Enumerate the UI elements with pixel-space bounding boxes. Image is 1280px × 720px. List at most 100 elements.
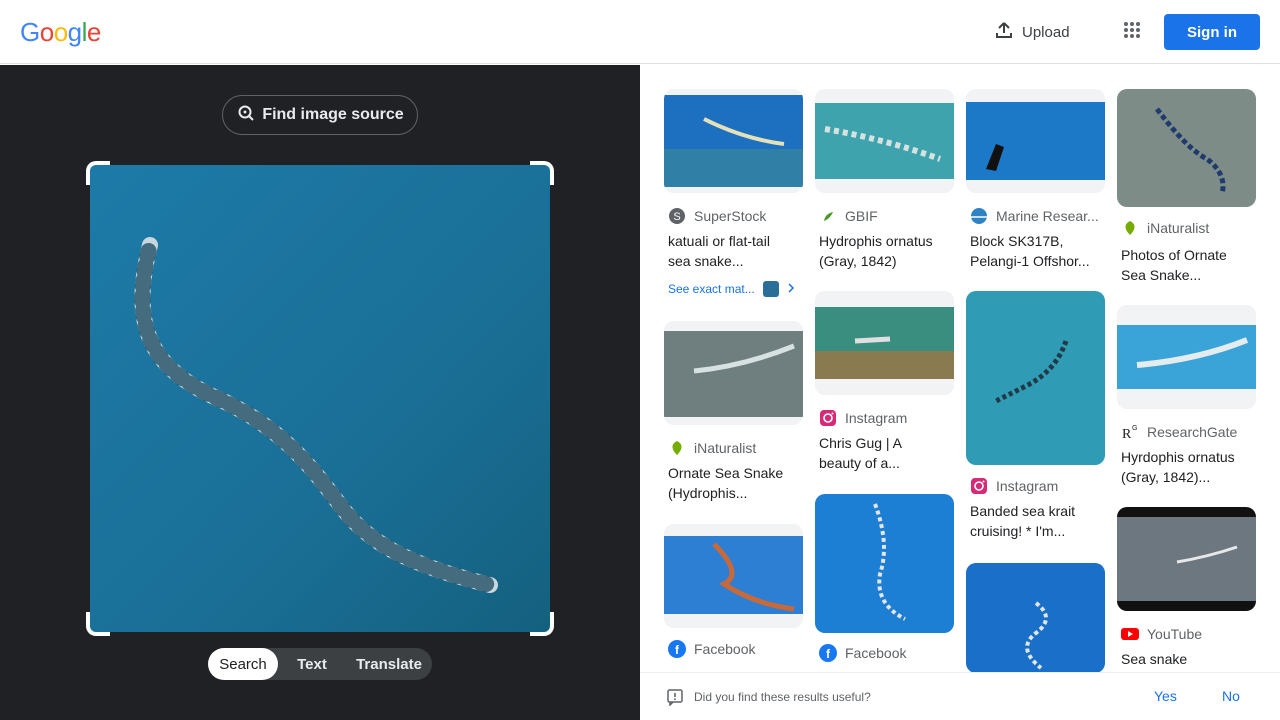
mode-tabs: Search Text Translate bbox=[208, 648, 432, 680]
crop-handle-bottom-left[interactable] bbox=[86, 612, 110, 636]
exact-match-label: See exact mat... bbox=[668, 282, 755, 296]
result-source-name: SuperStock bbox=[694, 208, 767, 224]
query-image bbox=[90, 165, 550, 632]
result-card[interactable]: f Facebook bbox=[664, 524, 803, 684]
gbif-icon bbox=[819, 207, 837, 225]
find-image-source-label: Find image source bbox=[262, 106, 404, 123]
upload-button[interactable]: Upload bbox=[984, 14, 1074, 50]
google-logo[interactable]: Google bbox=[20, 17, 101, 48]
result-card[interactable]: YouTube Sea snake bbox=[1117, 507, 1256, 672]
facebook-icon: f bbox=[819, 644, 837, 662]
superstock-icon: S bbox=[668, 207, 686, 225]
logo-letter: o bbox=[39, 17, 54, 47]
result-title-line: katuali or flat-tail bbox=[668, 233, 770, 249]
upload-icon bbox=[994, 20, 1014, 44]
chevron-right-icon bbox=[787, 282, 795, 297]
svg-text:G: G bbox=[1132, 425, 1137, 432]
result-source: iNaturalist bbox=[668, 439, 803, 457]
result-source: Marine Resear... bbox=[970, 207, 1105, 225]
result-title-line: (Gray, 1842) bbox=[819, 253, 897, 269]
crop-handle-top-right[interactable] bbox=[530, 161, 554, 185]
result-thumbnail[interactable] bbox=[966, 563, 1105, 673]
result-source: YouTube bbox=[1121, 625, 1256, 643]
result-thumbnail[interactable] bbox=[664, 321, 803, 425]
apps-button[interactable] bbox=[1114, 14, 1150, 50]
result-title-line: sea snake... bbox=[668, 253, 744, 269]
lens-search-icon bbox=[236, 103, 256, 128]
result-source: iNaturalist bbox=[1121, 219, 1256, 237]
crop-handle-top-left[interactable] bbox=[86, 161, 110, 185]
crop-handle-bottom-right[interactable] bbox=[530, 612, 554, 636]
upload-label: Upload bbox=[1022, 23, 1070, 41]
facebook-icon: f bbox=[668, 640, 686, 658]
feedback-icon bbox=[666, 688, 684, 711]
result-thumbnail[interactable] bbox=[664, 524, 803, 628]
result-source: f Facebook bbox=[819, 644, 954, 662]
result-title-line: Sea snake bbox=[1121, 651, 1188, 667]
result-card[interactable]: iNaturalist Ornate Sea Snake (Hydrophis.… bbox=[664, 321, 803, 511]
result-title-line: beauty of a... bbox=[819, 455, 900, 471]
crop-region[interactable] bbox=[86, 161, 554, 636]
result-source-name: Instagram bbox=[996, 478, 1059, 494]
result-source-name: GBIF bbox=[845, 208, 878, 224]
feedback-no-button[interactable]: No bbox=[1222, 688, 1240, 704]
inaturalist-icon bbox=[1121, 219, 1139, 237]
result-source-name: YouTube bbox=[1147, 626, 1203, 642]
tab-translate[interactable]: Translate bbox=[346, 648, 432, 680]
result-title-line: (Hydrophis... bbox=[668, 485, 748, 501]
researchgate-icon: RG bbox=[1121, 423, 1139, 441]
logo-letter: e bbox=[86, 17, 101, 47]
result-source-name: Facebook bbox=[845, 645, 907, 661]
apps-grid-icon bbox=[1123, 21, 1141, 44]
see-exact-matches-link[interactable]: See exact mat... bbox=[668, 281, 795, 297]
result-title-line: cruising! * I'm... bbox=[970, 523, 1066, 539]
sign-in-button[interactable]: Sign in bbox=[1164, 14, 1260, 50]
result-thumbnail[interactable] bbox=[815, 494, 954, 633]
svg-text:S: S bbox=[673, 211, 680, 223]
result-card[interactable]: Instagram Chris Gug | A beauty of a... bbox=[815, 291, 954, 481]
result-card[interactable]: iNaturalist Photos of Ornate Sea Snake..… bbox=[1117, 89, 1256, 289]
query-image-pane: Find image source Search Text Translate bbox=[0, 65, 640, 720]
result-card[interactable]: Instagram Banded sea krait cruising! * I… bbox=[966, 291, 1105, 551]
instagram-icon bbox=[819, 409, 837, 427]
logo-letter: o bbox=[53, 17, 68, 47]
result-source: Instagram bbox=[819, 409, 954, 427]
feedback-yes-button[interactable]: Yes bbox=[1154, 688, 1177, 704]
result-title-line: (Gray, 1842)... bbox=[1121, 469, 1211, 485]
result-title-line: Hyrdophis ornatus bbox=[1121, 449, 1235, 465]
instagram-icon bbox=[970, 477, 988, 495]
svg-text:R: R bbox=[1122, 427, 1132, 441]
result-title-line: Sea Snake... bbox=[1121, 267, 1202, 283]
result-thumbnail[interactable] bbox=[966, 291, 1105, 465]
result-thumbnail[interactable] bbox=[815, 89, 954, 193]
result-thumbnail[interactable] bbox=[1117, 305, 1256, 409]
result-source-name: Instagram bbox=[845, 410, 908, 426]
result-card[interactable]: S SuperStock katuali or flat-tail sea sn… bbox=[664, 89, 803, 304]
result-thumbnail[interactable] bbox=[1117, 89, 1256, 207]
tab-search[interactable]: Search bbox=[208, 648, 278, 680]
result-card[interactable]: Marine Resear... Block SK317B, Pelangi-1… bbox=[966, 89, 1105, 279]
exact-match-thumbnail bbox=[762, 281, 779, 297]
result-title-line: Block SK317B, bbox=[970, 233, 1064, 249]
result-title-line: Chris Gug | A bbox=[819, 435, 903, 451]
result-source-name: iNaturalist bbox=[1147, 220, 1210, 236]
result-source-name: iNaturalist bbox=[694, 440, 757, 456]
inaturalist-icon bbox=[668, 439, 686, 457]
tab-text[interactable]: Text bbox=[278, 648, 346, 680]
result-card[interactable] bbox=[966, 563, 1105, 673]
feedback-bar: Did you find these results useful? Yes N… bbox=[640, 672, 1280, 720]
result-thumbnail[interactable] bbox=[664, 89, 803, 193]
youtube-icon bbox=[1121, 625, 1139, 643]
result-title-line: Ornate Sea Snake bbox=[668, 465, 784, 481]
result-card[interactable]: GBIF Hydrophis ornatus (Gray, 1842) bbox=[815, 89, 954, 279]
result-card[interactable]: RG ResearchGate Hyrdophis ornatus (Gray,… bbox=[1117, 305, 1256, 495]
feedback-question: Did you find these results useful? bbox=[694, 690, 871, 704]
result-thumbnail[interactable] bbox=[1117, 507, 1256, 611]
find-image-source-button[interactable]: Find image source bbox=[222, 95, 418, 135]
result-title-line: Hydrophis ornatus bbox=[819, 233, 933, 249]
result-title-line: Pelangi-1 Offshor... bbox=[970, 253, 1090, 269]
result-source: GBIF bbox=[819, 207, 954, 225]
result-card[interactable]: f Facebook bbox=[815, 494, 954, 674]
result-thumbnail[interactable] bbox=[815, 291, 954, 395]
result-thumbnail[interactable] bbox=[966, 89, 1105, 193]
